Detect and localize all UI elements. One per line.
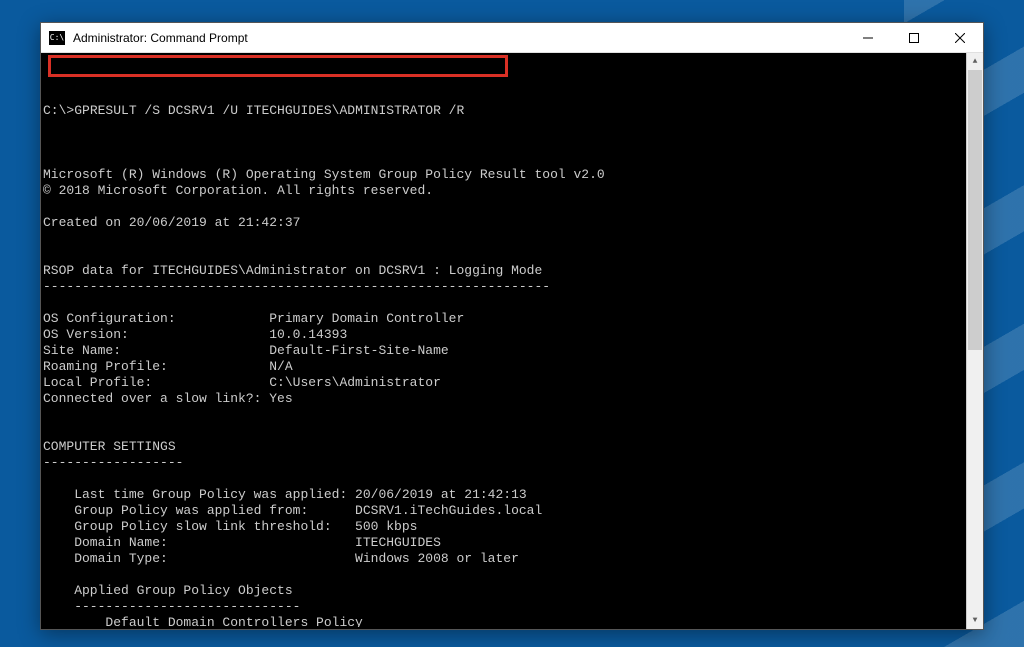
terminal-line: Group Policy slow link threshold: 500 kb… [43, 519, 966, 535]
terminal-line: Connected over a slow link?: Yes [43, 391, 966, 407]
terminal-line: Domain Type: Windows 2008 or later [43, 551, 966, 567]
command-highlight-box [48, 55, 508, 77]
terminal-line [43, 407, 966, 423]
terminal-line: Site Name: Default-First-Site-Name [43, 343, 966, 359]
terminal-line: Created on ‎20/‎06/‎2019 at 21:42:37 [43, 215, 966, 231]
terminal-line: ----------------------------- [43, 599, 966, 615]
close-icon [955, 33, 965, 43]
terminal-line [43, 247, 966, 263]
terminal-line [43, 199, 966, 215]
command-prompt-window: C:\ Administrator: Command Prompt C:\>GP… [40, 22, 984, 630]
window-titlebar[interactable]: C:\ Administrator: Command Prompt [41, 23, 983, 53]
terminal-line: Microsoft (R) Windows (R) Operating Syst… [43, 167, 966, 183]
terminal-line [43, 231, 966, 247]
scroll-up-button[interactable]: ▲ [967, 53, 983, 70]
terminal-line: ----------------------------------------… [43, 279, 966, 295]
terminal-line [43, 151, 966, 167]
window-controls [845, 23, 983, 52]
minimize-button[interactable] [845, 23, 891, 52]
scrollbar-thumb[interactable] [968, 70, 982, 350]
terminal-line: Roaming Profile: N/A [43, 359, 966, 375]
maximize-icon [909, 33, 919, 43]
command-text: GPRESULT /S DCSRV1 /U ITECHGUIDES\ADMINI… [74, 103, 464, 119]
vertical-scrollbar[interactable]: ▲ ▼ [966, 53, 983, 629]
terminal-line: COMPUTER SETTINGS [43, 439, 966, 455]
minimize-icon [863, 33, 873, 43]
terminal-line: OS Version: 10.0.14393 [43, 327, 966, 343]
terminal-line: RSOP data for ITECHGUIDES\Administrator … [43, 263, 966, 279]
scroll-down-button[interactable]: ▼ [967, 612, 983, 629]
terminal-line: Domain Name: ITECHGUIDES [43, 535, 966, 551]
terminal-line: © 2018 Microsoft Corporation. All rights… [43, 183, 966, 199]
terminal-area[interactable]: C:\>GPRESULT /S DCSRV1 /U ITECHGUIDES\AD… [41, 53, 983, 629]
terminal-line: Default Domain Controllers Policy [43, 615, 966, 627]
cmd-icon: C:\ [49, 31, 65, 45]
terminal-line [43, 567, 966, 583]
terminal-line [43, 471, 966, 487]
maximize-button[interactable] [891, 23, 937, 52]
terminal-line [43, 295, 966, 311]
terminal-line: Last time Group Policy was applied: 20/0… [43, 487, 966, 503]
terminal-line: Applied Group Policy Objects [43, 583, 966, 599]
terminal-line: Local Profile: C:\Users\Administrator [43, 375, 966, 391]
terminal-line: OS Configuration: Primary Domain Control… [43, 311, 966, 327]
terminal-output: Microsoft (R) Windows (R) Operating Syst… [43, 151, 966, 627]
terminal-line: ------------------ [43, 455, 966, 471]
prompt: C:\> [43, 103, 74, 119]
terminal-line [43, 423, 966, 439]
terminal-line: Group Policy was applied from: DCSRV1.iT… [43, 503, 966, 519]
close-button[interactable] [937, 23, 983, 52]
window-title: Administrator: Command Prompt [73, 31, 845, 45]
terminal-content: C:\>GPRESULT /S DCSRV1 /U ITECHGUIDES\AD… [43, 55, 966, 627]
command-line: C:\>GPRESULT /S DCSRV1 /U ITECHGUIDES\AD… [43, 103, 966, 119]
